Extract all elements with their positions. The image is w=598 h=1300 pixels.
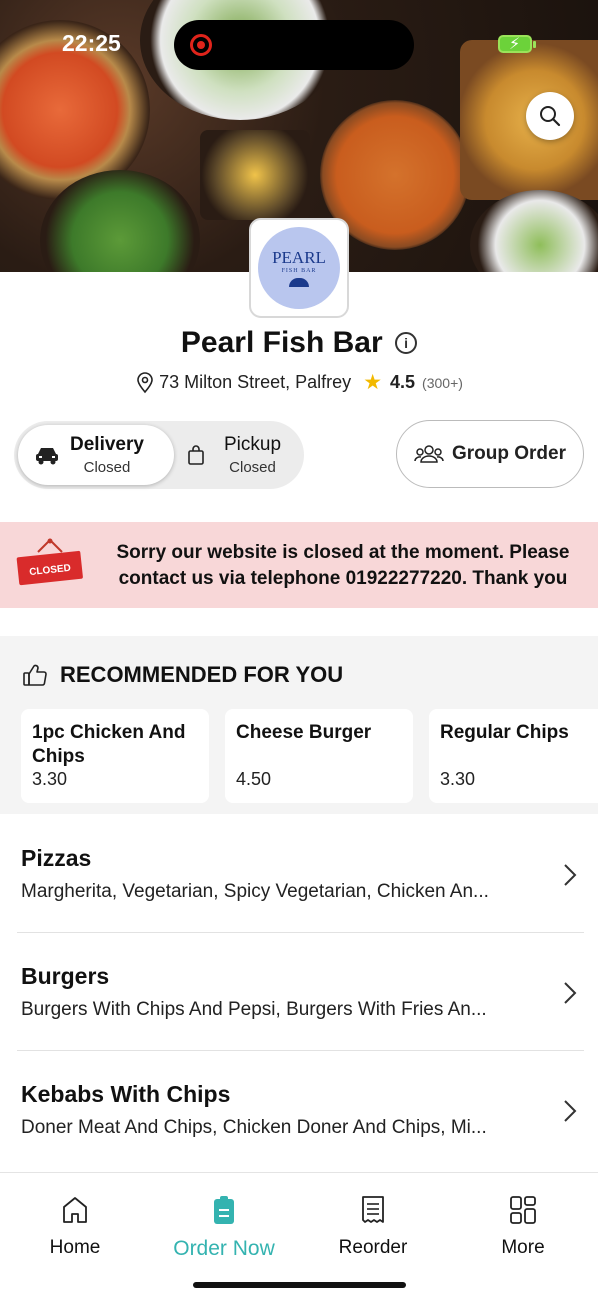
restaurant-title-row: Pearl Fish Bar i xyxy=(0,326,598,360)
category-items: Margherita, Vegetarian, Spicy Vegetarian… xyxy=(21,881,489,902)
category-items: Doner Meat And Chips, Chicken Doner And … xyxy=(21,1117,487,1138)
recommended-title: RECOMMENDED FOR YOU xyxy=(60,662,344,687)
rating-value: 4.5 xyxy=(390,372,416,392)
battery-icon: ⚡ xyxy=(498,35,536,53)
address-row: 73 Milton Street, Palfrey ★ 4.5 (300+) xyxy=(0,370,598,395)
nav-label: Home xyxy=(49,1237,101,1258)
grid-icon xyxy=(510,1196,536,1224)
recording-icon xyxy=(190,34,212,56)
recommended-section: RECOMMENDED FOR YOU 1pc Chicken And Chip… xyxy=(0,636,598,814)
recommended-item-price: 4.50 xyxy=(236,769,272,789)
category-name: Burgers xyxy=(21,963,110,989)
recommended-header: RECOMMENDED FOR YOU xyxy=(22,662,343,688)
category-row-kebabs[interactable]: Kebabs With Chips Doner Meat And Chips, … xyxy=(0,1051,598,1169)
search-icon xyxy=(540,106,561,127)
recommended-item-card[interactable]: Regular Chips 3.30 xyxy=(429,709,598,803)
nav-home[interactable]: Home xyxy=(15,1193,135,1259)
logo-subtext: FISH BAR xyxy=(281,268,317,274)
pickup-option[interactable]: Pickup Closed xyxy=(184,425,300,485)
pickup-label: Pickup xyxy=(224,434,282,455)
car-icon xyxy=(36,448,58,465)
recommended-item-price: 3.30 xyxy=(32,769,68,789)
pickup-status: Closed xyxy=(229,459,276,476)
salad-plate-image-2 xyxy=(470,190,598,272)
recommended-item-price: 3.30 xyxy=(440,769,476,789)
recommended-item-card[interactable]: 1pc Chicken And Chips 3.30 xyxy=(21,709,209,803)
category-row-burgers[interactable]: Burgers Burgers With Chips And Pepsi, Bu… xyxy=(0,933,598,1051)
group-people-icon xyxy=(414,445,444,463)
star-icon: ★ xyxy=(363,371,383,394)
chevron-right-icon xyxy=(564,1100,577,1122)
lemon-image xyxy=(200,130,310,220)
restaurant-logo: PEARL FISH BAR xyxy=(249,218,349,318)
recommended-item-name: Cheese Burger xyxy=(236,722,372,743)
recommended-item-name: 1pc Chicken And Chips xyxy=(32,722,186,767)
home-indicator xyxy=(193,1282,406,1288)
bottom-navigation: Home Order Now Reorder More xyxy=(0,1172,598,1300)
info-icon[interactable]: i xyxy=(395,332,418,354)
restaurant-address: 73 Milton Street, Palfrey xyxy=(159,372,352,392)
recommended-item-name: Regular Chips xyxy=(440,722,569,743)
nav-order-now[interactable]: Order Now xyxy=(164,1193,284,1261)
delivery-label: Delivery xyxy=(70,434,144,455)
logo-emblem: PEARL FISH BAR xyxy=(258,227,340,309)
logo-mark xyxy=(289,278,309,287)
closed-message: Sorry our website is closed at the momen… xyxy=(116,542,570,589)
category-row-pizzas[interactable]: Pizzas Margherita, Vegetarian, Spicy Veg… xyxy=(0,815,598,933)
order-icon xyxy=(214,1196,234,1224)
nav-label: More xyxy=(501,1237,545,1258)
thumbs-up-icon xyxy=(23,664,47,686)
group-order-label: Group Order xyxy=(451,443,566,464)
nav-reorder[interactable]: Reorder xyxy=(313,1193,433,1259)
recommended-item-card[interactable]: Cheese Burger 4.50 xyxy=(225,709,413,803)
receipt-icon xyxy=(362,1196,384,1223)
category-items: Burgers With Chips And Pepsi, Burgers Wi… xyxy=(21,999,487,1020)
closed-sign-icon: CLOSED xyxy=(16,538,83,586)
group-order-button[interactable]: Group Order xyxy=(396,420,584,488)
search-button[interactable] xyxy=(526,92,574,140)
delivery-status: Closed xyxy=(83,459,131,476)
home-icon xyxy=(63,1197,87,1223)
shopping-bag-icon xyxy=(188,445,204,465)
nav-label: Reorder xyxy=(338,1237,408,1258)
delivery-option[interactable]: Delivery Closed xyxy=(18,425,174,485)
rating-count: (300+) xyxy=(422,374,463,391)
nav-more[interactable]: More xyxy=(463,1193,583,1259)
dynamic-island xyxy=(174,20,414,70)
nav-label: Order Now xyxy=(173,1237,275,1260)
chevron-right-icon xyxy=(564,982,577,1004)
category-name: Kebabs With Chips xyxy=(21,1081,231,1107)
closed-notice-banner: CLOSED Sorry our website is closed at th… xyxy=(0,522,598,608)
chevron-right-icon xyxy=(564,864,577,886)
status-time: 22:25 xyxy=(62,30,121,56)
location-pin-icon xyxy=(137,371,153,393)
logo-text: PEARL xyxy=(272,248,326,267)
order-mode-toggle: Delivery Closed Pickup Closed xyxy=(14,421,304,489)
category-name: Pizzas xyxy=(21,845,92,871)
restaurant-name: Pearl Fish Bar xyxy=(180,326,383,359)
